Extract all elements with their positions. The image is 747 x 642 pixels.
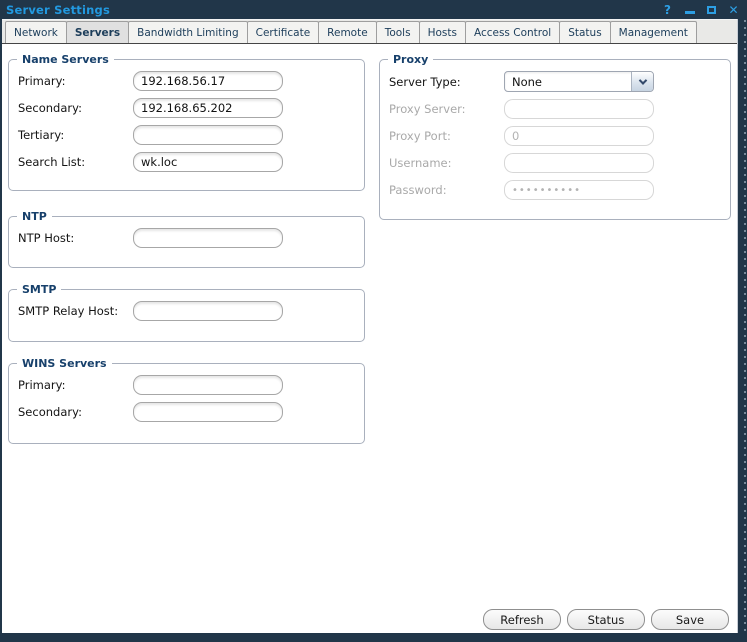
tab-management[interactable]: Management [610,21,697,43]
tertiary-dns-row: Tertiary: [18,125,364,145]
proxy-username-row: Username: [389,153,730,173]
tab-tools[interactable]: Tools [376,21,420,43]
primary-dns-input[interactable] [133,71,283,91]
proxy-group: Proxy Server Type: None Proxy Server: Pr… [379,53,731,220]
wins-primary-label: Primary: [18,378,133,392]
ntp-host-row: NTP Host: [18,228,364,248]
close-icon[interactable]: ✕ [727,3,740,17]
search-list-input[interactable] [133,152,283,172]
wins-servers-legend: WINS Servers [17,357,112,370]
maximize-icon[interactable] [705,3,718,17]
status-button[interactable]: Status [567,609,645,630]
proxy-password-label: Password: [389,183,504,197]
tab-servers[interactable]: Servers [66,21,129,43]
ntp-host-label: NTP Host: [18,231,133,245]
secondary-dns-label: Secondary: [18,101,133,115]
search-list-label: Search List: [18,155,133,169]
footer-buttons: Refresh Status Save [483,609,729,630]
server-type-select[interactable]: None [504,71,654,92]
proxy-port-input [504,126,654,146]
proxy-password-row: Password: [389,180,730,200]
refresh-button[interactable]: Refresh [483,609,561,630]
tab-bandwidth-limiting[interactable]: Bandwidth Limiting [128,21,248,43]
wins-primary-input[interactable] [133,375,283,395]
wins-primary-row: Primary: [18,375,364,395]
tab-status[interactable]: Status [559,21,610,43]
tab-remote[interactable]: Remote [318,21,377,43]
tab-access-control[interactable]: Access Control [465,21,560,43]
wins-secondary-label: Secondary: [18,405,133,419]
server-type-value: None [505,72,631,91]
tertiary-dns-input[interactable] [133,125,283,145]
server-settings-window: Server Settings ? ✕ Network Servers Band… [0,0,747,642]
proxy-server-label: Proxy Server: [389,102,504,116]
ntp-group: NTP NTP Host: [8,210,365,268]
smtp-group: SMTP SMTP Relay Host: [8,283,365,342]
primary-dns-row: Primary: [18,71,364,91]
titlebar: Server Settings ? ✕ [0,0,747,19]
app-body: Network Servers Bandwidth Limiting Certi… [2,19,738,633]
proxy-server-input [504,99,654,119]
proxy-legend: Proxy [388,53,433,66]
wins-secondary-row: Secondary: [18,402,364,422]
proxy-username-label: Username: [389,156,504,170]
secondary-dns-input[interactable] [133,98,283,118]
name-servers-group: Name Servers Primary: Secondary: Tertiar… [8,53,365,191]
server-type-row: Server Type: None [389,71,730,92]
proxy-server-row: Proxy Server: [389,99,730,119]
smtp-legend: SMTP [17,283,61,296]
secondary-dns-row: Secondary: [18,98,364,118]
minimize-icon[interactable] [683,3,696,17]
smtp-relay-host-label: SMTP Relay Host: [18,304,133,318]
window-controls: ? ✕ [661,3,740,17]
tab-certificate[interactable]: Certificate [247,21,320,43]
help-icon[interactable]: ? [661,3,674,17]
ntp-legend: NTP [17,210,52,223]
ntp-host-input[interactable] [133,228,283,248]
proxy-port-row: Proxy Port: [389,126,730,146]
proxy-port-label: Proxy Port: [389,129,504,143]
wins-secondary-input[interactable] [133,402,283,422]
proxy-username-input [504,153,654,173]
save-button[interactable]: Save [651,609,729,630]
primary-dns-label: Primary: [18,74,133,88]
wins-servers-group: WINS Servers Primary: Secondary: [8,357,365,444]
proxy-password-input [504,180,654,200]
name-servers-legend: Name Servers [17,53,114,66]
smtp-relay-host-input[interactable] [133,301,283,321]
tab-network[interactable]: Network [5,21,67,43]
tab-hosts[interactable]: Hosts [419,21,466,43]
servers-panel: Name Servers Primary: Secondary: Tertiar… [2,44,737,633]
window-title: Server Settings [6,3,110,17]
chevron-down-icon[interactable] [631,72,653,91]
server-type-label: Server Type: [389,75,504,89]
tab-bar: Network Servers Bandwidth Limiting Certi… [2,19,737,44]
search-list-row: Search List: [18,152,364,172]
tertiary-dns-label: Tertiary: [18,128,133,142]
smtp-relay-host-row: SMTP Relay Host: [18,301,364,321]
